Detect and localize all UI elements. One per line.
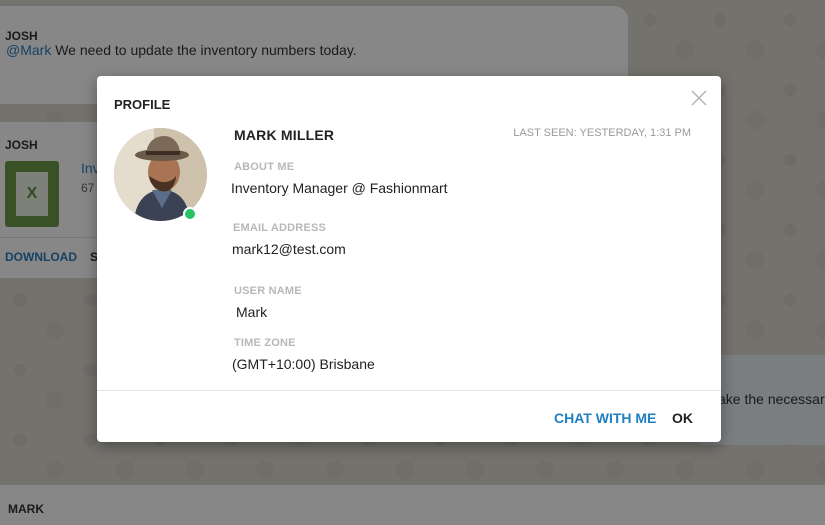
username-value: Mark bbox=[236, 304, 268, 320]
timezone-value: (GMT+10:00) Brisbane bbox=[232, 356, 375, 372]
close-icon[interactable] bbox=[690, 89, 708, 107]
ok-button[interactable]: OK bbox=[672, 410, 693, 426]
about-label: ABOUT ME bbox=[234, 161, 295, 173]
email-label: EMAIL ADDRESS bbox=[233, 222, 327, 234]
chat-with-me-button[interactable]: CHAT WITH ME bbox=[554, 410, 656, 426]
email-value: mark12@test.com bbox=[232, 241, 346, 257]
username-label: USER NAME bbox=[234, 285, 302, 297]
online-status-indicator bbox=[183, 207, 197, 221]
about-value: Inventory Manager @ Fashionmart bbox=[231, 180, 448, 196]
footer-divider bbox=[97, 390, 721, 391]
profile-name: MARK MILLER bbox=[234, 127, 335, 143]
timezone-label: TIME ZONE bbox=[234, 337, 296, 349]
dialog-title: PROFILE bbox=[114, 97, 171, 112]
last-seen: LAST SEEN: YESTERDAY, 1:31 PM bbox=[513, 127, 691, 139]
profile-dialog: PROFILE MARK MILLER LAST SEEN: YESTERDAY… bbox=[97, 76, 721, 442]
